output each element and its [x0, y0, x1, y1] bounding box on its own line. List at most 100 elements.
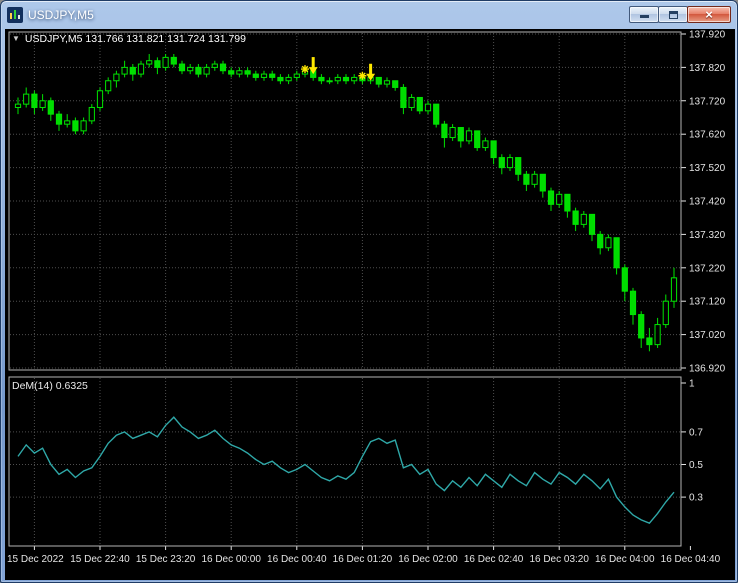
candle-body [64, 120, 71, 125]
candle-body [293, 73, 300, 78]
signal-arrow-down-icon [308, 67, 318, 75]
candle-body [465, 130, 473, 142]
candle-body [441, 123, 448, 139]
candle-body [564, 193, 571, 212]
minimize-button[interactable] [629, 6, 659, 23]
price-axis-label: 137.520 [689, 163, 726, 174]
candle-body [490, 140, 497, 159]
ohlc-readout: ▼ USDJPY,M5 131.766 131.821 131.724 131.… [12, 33, 246, 45]
candle-body [424, 103, 432, 112]
candle-body [269, 73, 276, 78]
candle-body [162, 56, 169, 68]
candle-body [383, 80, 391, 85]
collapse-arrow-icon[interactable]: ▼ [12, 35, 20, 43]
price-axis-label: 137.720 [689, 96, 726, 107]
candle-body [416, 96, 423, 112]
candle-body [105, 80, 112, 92]
maximize-button[interactable] [658, 6, 688, 23]
candle-body [318, 76, 325, 82]
candle-body [580, 213, 587, 225]
close-button[interactable]: × [687, 6, 731, 23]
candle-body [137, 63, 145, 75]
candle-body [146, 60, 153, 65]
time-axis-label: 16 Dec 02:00 [398, 554, 458, 565]
candle-body [588, 213, 596, 235]
candle-body [621, 267, 628, 292]
time-axis-label: 16 Dec 00:40 [267, 554, 327, 565]
candle-body [277, 76, 284, 82]
candle-body [195, 66, 202, 75]
titlebar[interactable]: USDJPY,M5 × [1, 1, 737, 28]
price-axis-label: 137.020 [689, 330, 726, 341]
candle-body [457, 127, 464, 142]
signal-arrow-down-icon [311, 57, 315, 68]
app-icon [7, 6, 23, 23]
time-axis-label: 16 Dec 03:20 [529, 554, 589, 565]
ohlc-text: USDJPY,M5 131.766 131.821 131.724 131.79… [24, 33, 246, 45]
candle-body [539, 173, 546, 192]
candle-body [14, 103, 22, 108]
candle-body [80, 120, 87, 132]
candle-body [244, 70, 251, 75]
candle-body [547, 190, 555, 205]
candle-body [556, 193, 563, 205]
price-axis-label: 137.320 [689, 230, 726, 241]
candle-body [236, 70, 243, 75]
candle-body [646, 337, 653, 346]
candle-body [154, 60, 161, 68]
candle-body [203, 66, 210, 75]
candle-body [129, 66, 136, 75]
candle-body [531, 173, 538, 185]
time-axis-label: 16 Dec 01:20 [333, 554, 393, 565]
candle-body [433, 103, 440, 125]
candle-body [392, 80, 399, 88]
time-axis-label: 15 Dec 22:40 [70, 554, 130, 565]
candle-body [170, 56, 177, 65]
candle-body [523, 173, 530, 185]
candle-body [113, 73, 120, 82]
close-icon: × [705, 7, 713, 22]
candle-body [72, 120, 79, 132]
indicator-line [17, 416, 675, 525]
candle-body [482, 140, 489, 149]
window-controls: × [629, 6, 731, 23]
price-axis-label: 137.820 [689, 63, 726, 74]
candle-body [654, 324, 661, 346]
indicator-axis-label: 0.7 [689, 427, 703, 438]
candle-body [211, 63, 218, 68]
indicator-axis-label: 1 [689, 379, 695, 390]
candle-body [121, 66, 128, 75]
signal-arrow-down-icon [366, 73, 376, 81]
time-axis-label: 16 Dec 04:00 [595, 554, 655, 565]
candle-body [498, 157, 505, 169]
candle-body [572, 210, 579, 225]
price-axis-label: 137.920 [689, 30, 726, 41]
candle-body [23, 93, 30, 105]
candle-body [285, 76, 292, 82]
candle-body [96, 90, 104, 108]
minimize-icon [639, 15, 649, 18]
time-axis-label: 16 Dec 04:40 [661, 554, 721, 565]
candle-body [55, 113, 63, 125]
candle-body [88, 106, 95, 122]
candle-body [605, 237, 612, 249]
candle-body [219, 63, 227, 72]
candle-body [342, 76, 350, 82]
candle-body [178, 63, 186, 72]
candle-body [39, 100, 46, 108]
price-axis-label: 137.220 [689, 263, 726, 274]
signal-arrow-down-icon [369, 63, 373, 75]
candle-body [629, 290, 637, 316]
price-axis-label: 137.620 [689, 130, 726, 141]
candle-body [351, 76, 358, 82]
candle-body [449, 127, 456, 139]
maximize-icon [668, 10, 678, 19]
candle-body [187, 66, 194, 72]
time-axis-label: 16 Dec 02:40 [464, 554, 524, 565]
candle-body [670, 277, 678, 302]
candle-body [662, 300, 669, 326]
window-title: USDJPY,M5 [28, 7, 94, 22]
candle-body [375, 76, 382, 85]
candlestick-chart[interactable]: 15 Dec 2022 15 Dec 22:40 15 Dec 23:20 16 De… [5, 29, 735, 580]
candle-body [506, 157, 514, 169]
